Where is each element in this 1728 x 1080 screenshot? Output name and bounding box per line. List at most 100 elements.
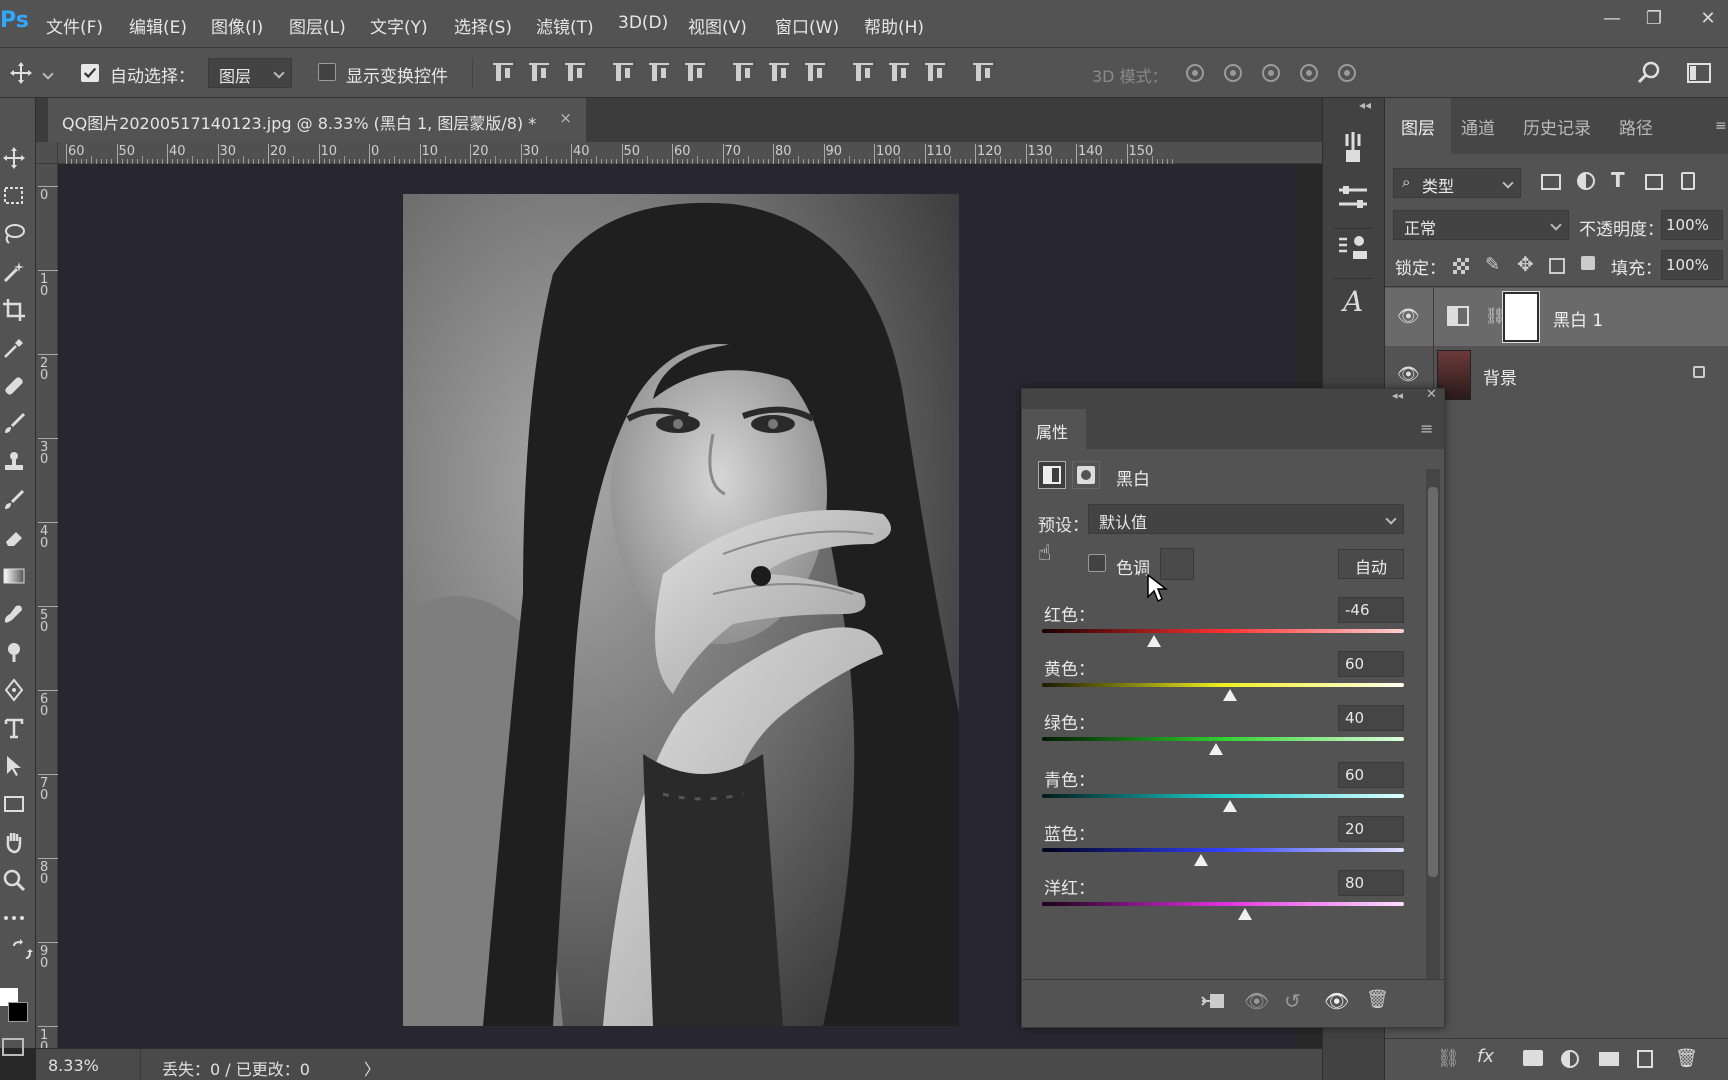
character-icon[interactable]: A	[1333, 278, 1373, 318]
auto-align-icon[interactable]	[970, 60, 996, 86]
drag-3d-icon[interactable]	[1258, 60, 1284, 86]
clone-stamp-tool-icon[interactable]	[0, 446, 30, 478]
fill-input[interactable]: 100%	[1661, 250, 1723, 280]
menu-type[interactable]: 文字(Y)	[370, 13, 428, 38]
lock-transparent-icon[interactable]	[1453, 258, 1469, 274]
delete-layer-icon[interactable]: 🗑	[1675, 1048, 1698, 1069]
lock-pixels-icon[interactable]: ✎	[1485, 254, 1500, 275]
align-top-icon[interactable]	[490, 60, 516, 86]
slider-track[interactable]	[1042, 683, 1404, 687]
reset-icon[interactable]: ↺	[1284, 989, 1301, 1013]
menu-help[interactable]: 帮助(H)	[864, 13, 924, 38]
fx-icon[interactable]: fx	[1477, 1046, 1494, 1067]
auto-select-target-dropdown[interactable]: 图层	[208, 58, 292, 88]
restore-button[interactable]: ❐	[1640, 8, 1668, 34]
filter-type-icon[interactable]: T	[1611, 168, 1625, 192]
menu-window[interactable]: 窗口(W)	[775, 13, 839, 38]
tab-channels[interactable]: 通道	[1461, 114, 1495, 139]
gradient-tool-icon[interactable]	[0, 560, 30, 592]
distribute-vcenter-icon[interactable]	[766, 60, 792, 86]
menu-filter[interactable]: 滤镜(T)	[536, 13, 594, 38]
layer-row-bw[interactable]: 👁 ⛓ 黑白 1	[1385, 288, 1728, 346]
align-right-icon[interactable]	[682, 60, 708, 86]
filter-shape-icon[interactable]	[1645, 174, 1663, 190]
add-mask-icon[interactable]	[1523, 1050, 1543, 1066]
lock-artboard-icon[interactable]	[1549, 258, 1565, 274]
slider-track[interactable]	[1042, 902, 1404, 906]
scrollbar-thumb[interactable]	[1428, 487, 1438, 877]
roll-3d-icon[interactable]	[1220, 60, 1246, 86]
slider-thumb[interactable]	[1223, 689, 1238, 701]
eyedropper-tool-icon[interactable]	[0, 332, 30, 364]
link-layers-icon[interactable]: ⛓	[1437, 1048, 1460, 1069]
slider-value-input[interactable]: 60	[1338, 762, 1404, 788]
layer-mask-thumbnail[interactable]	[1502, 291, 1540, 343]
eye-icon[interactable]: 👁	[1397, 306, 1420, 327]
slide-3d-icon[interactable]	[1296, 60, 1322, 86]
align-bottom-icon[interactable]	[562, 60, 588, 86]
opacity-input[interactable]: 100%	[1661, 210, 1723, 240]
slider-track[interactable]	[1042, 848, 1404, 852]
menu-select[interactable]: 选择(S)	[454, 13, 512, 38]
layer-filter-dropdown[interactable]: ⌕ 类型	[1393, 168, 1521, 198]
panel-menu-icon[interactable]: ≡	[1715, 118, 1727, 134]
marquee-tool-icon[interactable]	[0, 180, 30, 212]
tab-history[interactable]: 历史记录	[1523, 114, 1591, 139]
clip-to-layer-icon[interactable]	[1200, 991, 1226, 1011]
tool-preset-chevron-icon[interactable]	[42, 68, 54, 80]
layer-name[interactable]: 黑白 1	[1553, 306, 1603, 331]
ruler-origin[interactable]	[36, 142, 58, 164]
menu-file[interactable]: 文件(F)	[46, 13, 103, 38]
distribute-right-icon[interactable]	[922, 60, 948, 86]
crop-tool-icon[interactable]	[0, 294, 30, 326]
lock-all-icon[interactable]	[1581, 256, 1595, 270]
workspace-icon[interactable]	[1686, 60, 1712, 86]
slider-value-input[interactable]: 20	[1338, 816, 1404, 842]
menu-view[interactable]: 视图(V)	[688, 13, 747, 38]
quick-mask-icon[interactable]	[2, 1038, 24, 1056]
collapse-dock-icon[interactable]: ◂◂	[1359, 98, 1371, 112]
brush-tool-icon[interactable]	[0, 408, 30, 440]
menu-3d[interactable]: 3D(D)	[618, 13, 668, 33]
blend-mode-dropdown[interactable]: 正常	[1393, 210, 1569, 240]
new-layer-icon[interactable]	[1637, 1050, 1653, 1068]
magic-wand-tool-icon[interactable]	[0, 256, 30, 288]
document-tab[interactable]: QQ图片20200517140123.jpg @ 8.33% (黑白 1, 图层…	[48, 98, 586, 142]
distribute-top-icon[interactable]	[730, 60, 756, 86]
slider-thumb[interactable]	[1237, 908, 1252, 920]
adjustments-icon[interactable]	[1333, 178, 1373, 218]
tab-paths[interactable]: 路径	[1619, 114, 1653, 139]
status-menu-arrow[interactable]: 〉	[364, 1056, 380, 1080]
menu-image[interactable]: 图像(I)	[211, 13, 263, 38]
show-transform-checkbox[interactable]	[318, 63, 336, 81]
filter-smart-object-icon[interactable]	[1681, 172, 1695, 190]
distribute-bottom-icon[interactable]	[802, 60, 828, 86]
close-tab-icon[interactable]: ×	[559, 109, 572, 127]
slider-thumb[interactable]	[1208, 743, 1223, 755]
auto-select-checkbox[interactable]	[81, 64, 99, 82]
zoom-tool-icon[interactable]	[0, 864, 30, 896]
zoom-level[interactable]: 8.33%	[48, 1056, 128, 1075]
horizontal-ruler[interactable]: 60 50 40 30 20 10 0 10 20 30 40 50 60 70 80 90 100 110 120…	[36, 142, 1322, 164]
slider-track[interactable]	[1042, 629, 1404, 633]
filter-adjustment-icon[interactable]	[1577, 172, 1595, 190]
menu-layer[interactable]: 图层(L)	[289, 13, 346, 38]
pen-tool-icon[interactable]	[0, 674, 30, 706]
align-left-icon[interactable]	[610, 60, 636, 86]
move-tool-icon[interactable]	[0, 142, 30, 174]
slider-value-input[interactable]: 80	[1338, 870, 1404, 896]
slider-value-input[interactable]: 60	[1338, 651, 1404, 677]
distribute-hcenter-icon[interactable]	[886, 60, 912, 86]
healing-brush-tool-icon[interactable]	[0, 370, 30, 402]
slider-value-input[interactable]: 40	[1338, 705, 1404, 731]
new-adjustment-icon[interactable]	[1561, 1050, 1579, 1068]
slider-value-input[interactable]: -46	[1338, 597, 1404, 623]
hand-tool-icon[interactable]	[0, 826, 30, 858]
clone-source-icon[interactable]	[1333, 228, 1373, 268]
close-panel-icon[interactable]: ✕	[1426, 387, 1437, 402]
document-image[interactable]	[403, 194, 959, 1026]
type-tool-icon[interactable]	[0, 712, 30, 744]
vertical-ruler[interactable]: 01 02 03 04 05 06 07 08 09 01 0	[36, 164, 58, 1054]
properties-scrollbar[interactable]	[1426, 469, 1440, 979]
swap-colors-icon[interactable]	[8, 934, 38, 966]
